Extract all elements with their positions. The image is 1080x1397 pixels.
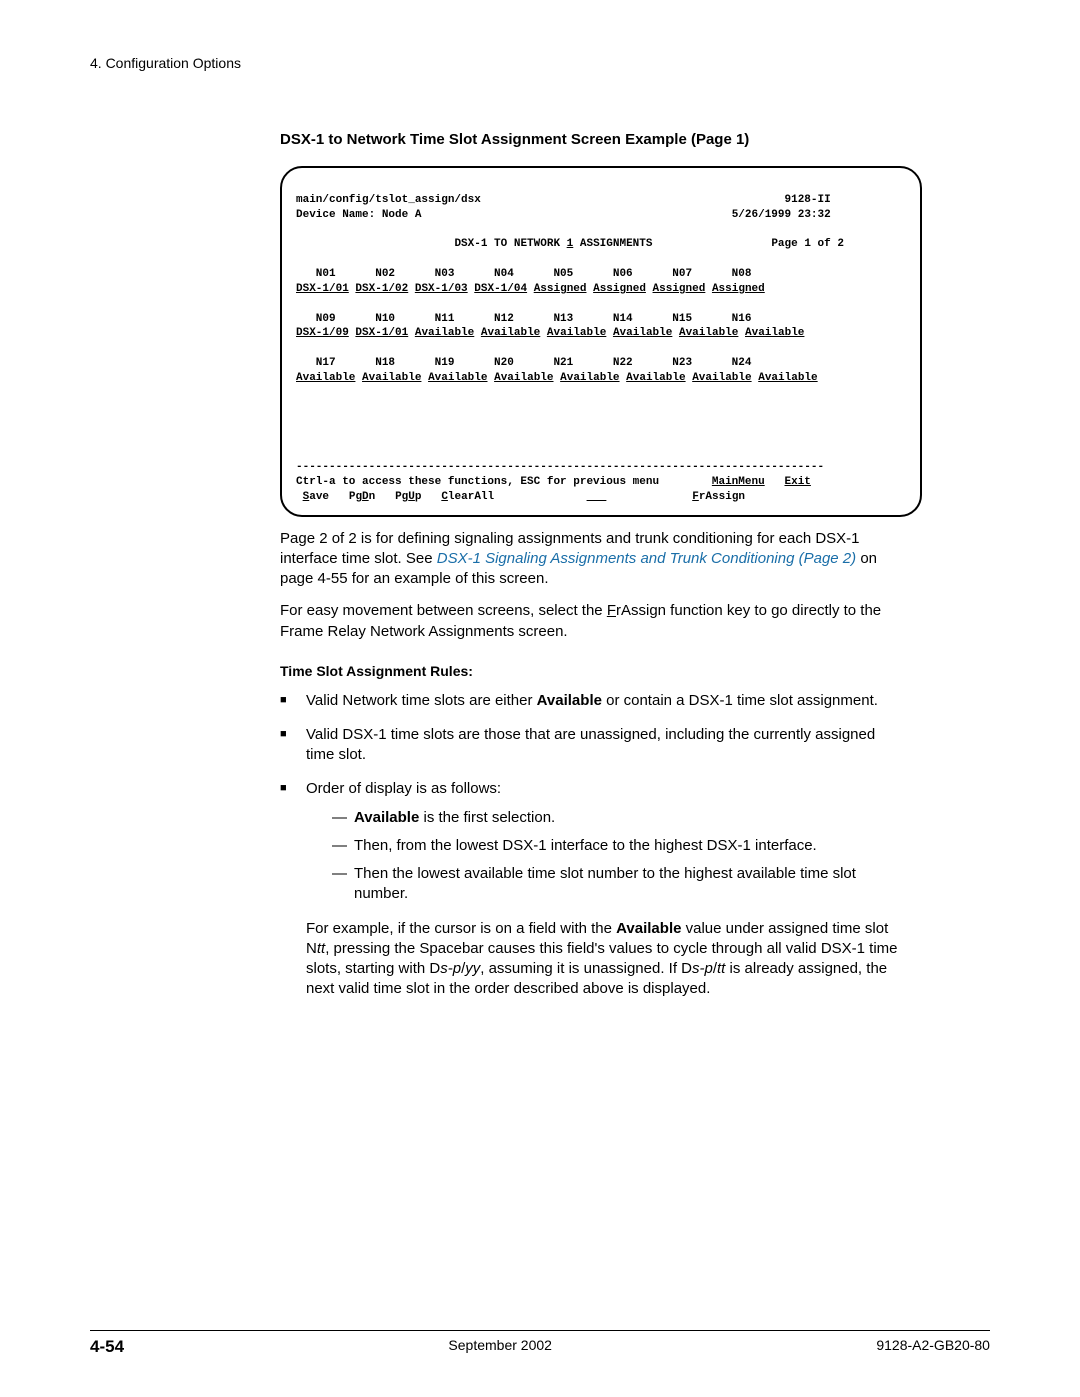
slot-value[interactable]: Available [758,372,817,384]
slot-value[interactable]: Available [692,372,751,384]
slot-value[interactable]: DSX-1/01 [296,283,349,295]
slot-value[interactable]: Available [362,372,421,384]
footer-date: September 2002 [448,1337,552,1357]
slot-value[interactable]: Assigned [712,283,765,295]
chapter-heading: 4. Configuration Options [90,55,990,71]
slot-value[interactable]: Available [613,327,672,339]
exit-button[interactable]: Exit [785,476,811,488]
slot-value[interactable]: Assigned [534,283,587,295]
page-footer: 4-54 September 2002 9128-A2-GB20-80 [90,1330,990,1357]
slot-value[interactable]: DSX-1/03 [415,283,468,295]
slot-value[interactable]: Available [481,327,540,339]
device-name-label: Device Name: [296,209,375,221]
rule-item: Order of display is as follows: Availabl… [280,779,900,904]
slot-value[interactable]: Available [415,327,474,339]
terminal-screen: main/config/tslot_assign/dsx 9128-II Dev… [280,166,922,517]
slot-value[interactable]: Available [560,372,619,384]
slot-row3-header: N17 N18 N19 N20 N21 N22 N23 N24 [296,357,751,369]
slot-value[interactable]: Available [428,372,487,384]
slot-row1-header: N01 N02 N03 N04 N05 N06 N07 N08 [296,268,751,280]
page-number: 4-54 [90,1337,124,1357]
frassign-button[interactable]: FrAssign [692,491,745,503]
paragraph-2: For easy movement between screens, selec… [280,601,900,642]
help-line: Ctrl-a to access these functions, ESC fo… [296,476,659,488]
section-title: DSX-1 to Network Time Slot Assignment Sc… [280,131,990,148]
slot-value[interactable]: Available [745,327,804,339]
clearall-button[interactable]: ClearAll [441,491,494,503]
slot-row2-header: N09 N10 N11 N12 N13 N14 N15 N16 [296,313,751,325]
slot-value[interactable]: Available [679,327,738,339]
rules-heading: Time Slot Assignment Rules: [280,662,900,681]
terminal-datetime: 5/26/1999 23:32 [732,209,831,221]
slot-value[interactable]: Assigned [653,283,706,295]
slot-value[interactable]: DSX-1/01 [355,327,408,339]
rule-item: Valid Network time slots are either Avai… [280,691,900,711]
doc-id: 9128-A2-GB20-80 [876,1337,990,1357]
slot-value[interactable]: DSX-1/02 [355,283,408,295]
slot-value[interactable]: Assigned [593,283,646,295]
rule-subitem: Then, from the lowest DSX-1 interface to… [332,836,900,856]
slot-value[interactable]: Available [494,372,553,384]
paragraph-1: Page 2 of 2 is for defining signaling as… [280,529,900,590]
slot-value[interactable]: Available [296,372,355,384]
rule-subitem: Available is the first selection. [332,808,900,828]
example-paragraph: For example, if the cursor is on a field… [280,919,900,1000]
rule-item: Valid DSX-1 time slots are those that ar… [280,725,900,766]
pgdn-button[interactable]: PgDn [349,491,375,503]
xref-link[interactable]: DSX-1 Signaling Assignments and Trunk Co… [437,550,856,567]
rule-subitem: Then the lowest available time slot numb… [332,864,900,905]
screen-title: DSX-1 TO NETWORK 1 ASSIGNMENTS [454,238,652,250]
terminal-model: 9128-II [785,194,831,206]
slot-value[interactable]: Available [547,327,606,339]
pgup-button[interactable]: PgUp [395,491,421,503]
slot-value[interactable]: DSX-1/09 [296,327,349,339]
save-button[interactable]: Save [303,491,329,503]
slot-value[interactable]: DSX-1/04 [474,283,527,295]
page-indicator: Page 1 of 2 [771,238,844,250]
blank-field[interactable] [587,491,607,503]
mainmenu-button[interactable]: MainMenu [712,476,765,488]
device-name-value: Node A [382,209,422,221]
slot-value[interactable]: Available [626,372,685,384]
terminal-path: main/config/tslot_assign/dsx [296,194,481,206]
